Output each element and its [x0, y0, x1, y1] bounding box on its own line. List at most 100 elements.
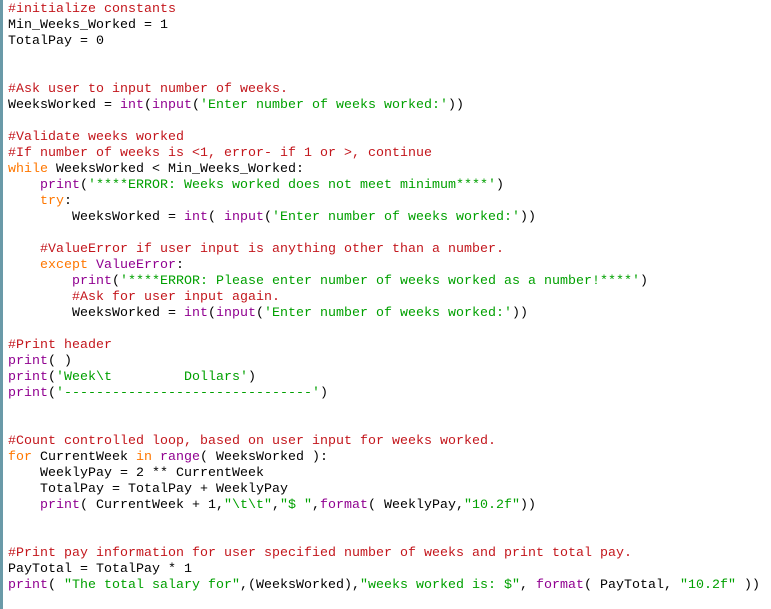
token-plain: WeeklyPay = 2 ** CurrentWeek [8, 465, 264, 480]
token-plain: ( [48, 385, 56, 400]
code-line[interactable]: WeeksWorked = int(input('Enter number of… [8, 97, 760, 113]
token-plain: , [272, 497, 280, 512]
code-line[interactable]: print('****ERROR: Weeks worked does not … [8, 177, 760, 193]
token-builtin: int [184, 305, 208, 320]
token-builtin: print [8, 369, 48, 384]
code-line[interactable]: #initialize constants [8, 1, 760, 17]
code-line[interactable]: print('****ERROR: Please enter number of… [8, 273, 760, 289]
code-line[interactable]: WeeksWorked = int( input('Enter number o… [8, 209, 760, 225]
token-comment: #If number of weeks is <1, error- if 1 o… [8, 145, 432, 160]
token-plain: Min_Weeks_Worked = 1 [8, 17, 168, 32]
code-line[interactable]: print( CurrentWeek + 1,"\t\t","$ ",forma… [8, 497, 760, 513]
code-line[interactable]: for CurrentWeek in range( WeeksWorked ): [8, 449, 760, 465]
token-plain: ( [264, 209, 272, 224]
token-plain: , [520, 577, 536, 592]
token-plain: )) [736, 577, 760, 592]
token-builtin: int [184, 209, 208, 224]
token-plain: )) [511, 305, 528, 320]
blank-line[interactable]: ​ [8, 49, 760, 65]
code-line[interactable]: print('-------------------------------') [8, 385, 760, 401]
code-text-area[interactable]: #initialize constants Min_Weeks_Worked = … [8, 1, 760, 593]
blank-line[interactable]: ​ [8, 417, 760, 433]
blank-line[interactable]: ​ [8, 113, 760, 129]
token-plain: PayTotal = TotalPay * 1 [8, 561, 192, 576]
code-line[interactable]: print( ) [8, 353, 760, 369]
token-plain: )) [520, 497, 536, 512]
token-plain: TotalPay = 0 [8, 33, 104, 48]
blank-line[interactable]: ​ [8, 401, 760, 417]
token-builtin: format [536, 577, 584, 592]
blank-line[interactable]: ​ [8, 513, 760, 529]
code-line[interactable]: print( "The total salary for",(WeeksWork… [8, 577, 760, 593]
code-line[interactable]: while WeeksWorked < Min_Weeks_Worked: [8, 161, 760, 177]
code-line[interactable]: except ValueError: [8, 257, 760, 273]
code-line[interactable]: print('Week\t Dollars') [8, 369, 760, 385]
token-string: 'Enter number of weeks worked:' [200, 97, 448, 112]
token-builtin: print [8, 353, 48, 368]
token-plain: ( [144, 97, 152, 112]
token-keyword: except [40, 257, 88, 272]
code-line[interactable]: Min_Weeks_Worked = 1 [8, 17, 760, 33]
token-string: 'Enter number of weeks worked:' [264, 305, 512, 320]
code-line[interactable]: #Validate weeks worked [8, 129, 760, 145]
token-plain: CurrentWeek [32, 449, 136, 464]
token-plain: : [176, 257, 184, 272]
code-line[interactable]: TotalPay = 0 [8, 33, 760, 49]
code-line[interactable]: #Ask for user input again. [8, 289, 760, 305]
token-plain: WeeksWorked = [8, 305, 184, 320]
token-plain: ,(WeeksWorked), [240, 577, 360, 592]
token-builtin: format [320, 497, 368, 512]
token-plain: )) [519, 209, 536, 224]
token-builtin: print [8, 577, 48, 592]
token-plain: ( WeeklyPay, [368, 497, 464, 512]
token-string: "$ " [280, 497, 312, 512]
code-editor[interactable]: #initialize constants Min_Weeks_Worked = … [0, 0, 771, 609]
token-string: "10.2f" [680, 577, 736, 592]
token-keyword: while [8, 161, 48, 176]
token-plain: ) [319, 385, 328, 400]
token-plain: ( PayTotal, [584, 577, 680, 592]
token-comment: #Count controlled loop, based on user in… [8, 433, 496, 448]
token-plain: , [312, 497, 320, 512]
token-plain: ( WeeksWorked ): [200, 449, 328, 464]
blank-line[interactable]: ​ [8, 225, 760, 241]
code-line[interactable]: #Count controlled loop, based on user in… [8, 433, 760, 449]
blank-line[interactable]: ​ [8, 529, 760, 545]
token-plain: ( [112, 273, 120, 288]
token-plain: WeeksWorked = [8, 209, 184, 224]
token-builtin: input [224, 209, 264, 224]
token-builtin: ValueError [96, 257, 176, 272]
code-line[interactable]: WeeksWorked = int(input('Enter number of… [8, 305, 760, 321]
token-plain: ) [639, 273, 648, 288]
code-line[interactable]: #Print header [8, 337, 760, 353]
token-comment: #Validate weeks worked [8, 129, 184, 144]
blank-line[interactable]: ​ [8, 321, 760, 337]
token-string: "weeks worked is: $" [360, 577, 520, 592]
code-line[interactable]: #ValueError if user input is anything ot… [8, 241, 760, 257]
code-line[interactable]: TotalPay = TotalPay + WeeklyPay [8, 481, 760, 497]
code-line[interactable]: try: [8, 193, 760, 209]
code-line[interactable]: #If number of weeks is <1, error- if 1 o… [8, 145, 760, 161]
code-line[interactable]: #Print pay information for user specifie… [8, 545, 760, 561]
token-plain: WeeksWorked = [8, 97, 120, 112]
code-line[interactable]: PayTotal = TotalPay * 1 [8, 561, 760, 577]
token-comment: #Ask user to input number of weeks. [8, 81, 288, 96]
token-builtin: print [72, 273, 112, 288]
token-comment: #ValueError if user input is anything ot… [40, 241, 504, 256]
token-comment: #Ask for user input again. [72, 289, 280, 304]
token-plain: ( [48, 369, 56, 384]
token-string: '-------------------------------' [56, 385, 320, 400]
blank-line[interactable]: ​ [8, 65, 760, 81]
token-comment: #Print pay information for user specifie… [8, 545, 632, 560]
token-string: "10.2f" [464, 497, 520, 512]
token-plain: ( [208, 305, 216, 320]
token-string: 'Enter number of weeks worked:' [272, 209, 520, 224]
code-line[interactable]: WeeklyPay = 2 ** CurrentWeek [8, 465, 760, 481]
code-line[interactable]: #Ask user to input number of weeks. [8, 81, 760, 97]
token-keyword: try [40, 193, 64, 208]
